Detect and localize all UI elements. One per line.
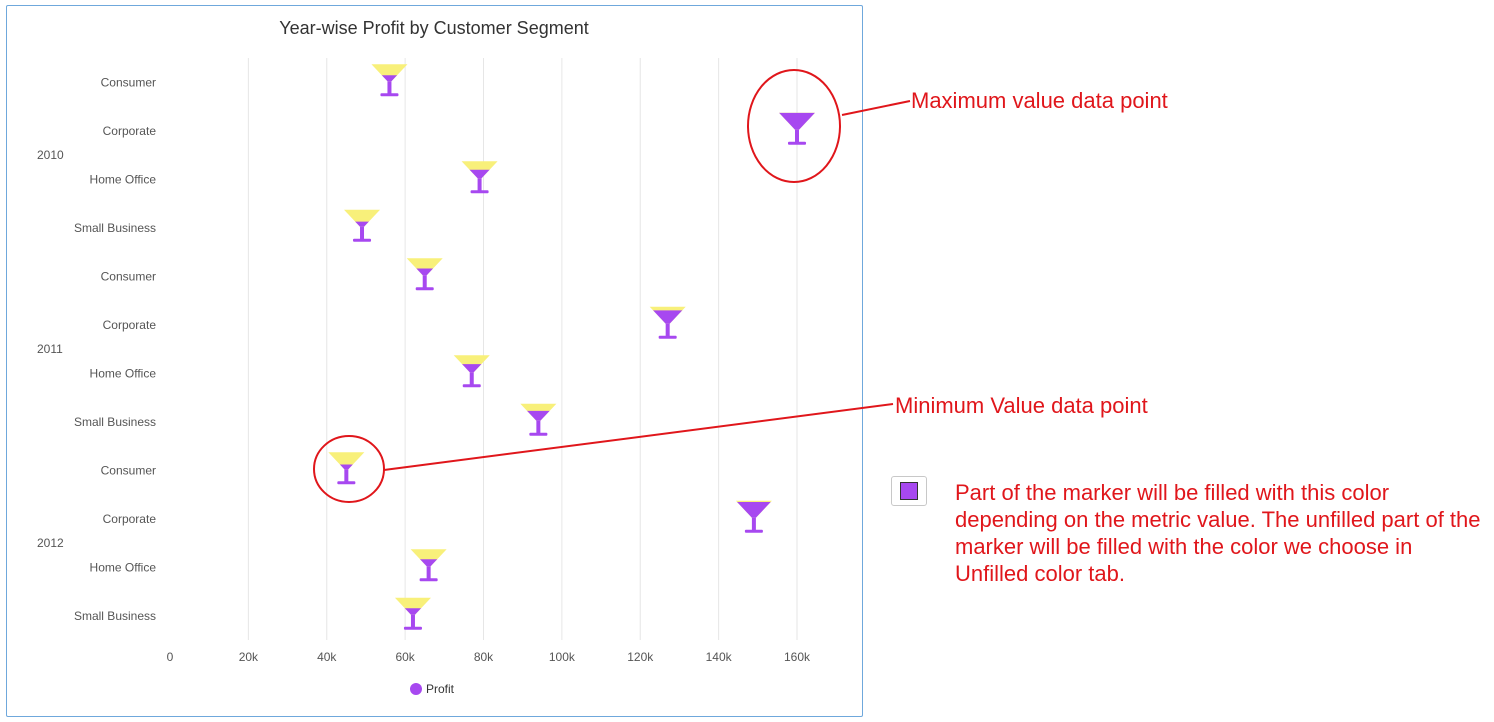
y-category-label: Corporate	[103, 512, 157, 526]
x-tick-label: 80k	[474, 650, 494, 664]
fill-color-note: Part of the marker will be filled with t…	[955, 480, 1481, 586]
legend-marker	[410, 683, 422, 695]
y-category-label: Consumer	[101, 463, 156, 477]
y-category-label: Home Office	[90, 172, 157, 186]
y-category-label: Small Business	[74, 415, 156, 429]
x-tick-label: 40k	[317, 650, 337, 664]
data-point-marker[interactable]	[328, 452, 365, 485]
x-tick-label: 20k	[239, 650, 259, 664]
chart-title: Year-wise Profit by Customer Segment	[279, 18, 588, 38]
y-group-label: 2012	[37, 536, 64, 550]
y-group-label: 2010	[37, 148, 64, 162]
data-point-marker[interactable]	[461, 161, 498, 194]
data-point-marker[interactable]	[406, 258, 443, 291]
data-point-marker[interactable]	[371, 64, 408, 97]
data-point-marker[interactable]	[344, 209, 381, 242]
data-point-marker[interactable]	[453, 355, 490, 388]
x-tick-label: 140k	[706, 650, 733, 664]
data-point-marker[interactable]	[520, 403, 557, 436]
data-point-marker[interactable]	[779, 112, 815, 145]
y-category-label: Home Office	[90, 560, 157, 574]
data-point-marker[interactable]	[394, 597, 431, 630]
x-tick-label: 0	[167, 650, 174, 664]
filled-color-swatch-fill	[900, 482, 918, 500]
data-point-marker[interactable]	[735, 500, 772, 533]
x-tick-label: 160k	[784, 650, 811, 664]
max-annotation-label: Maximum value data point	[911, 88, 1168, 113]
data-point-marker[interactable]	[410, 549, 447, 582]
data-point-marker[interactable]	[649, 306, 686, 339]
y-category-label: Consumer	[101, 75, 156, 89]
x-tick-label: 60k	[395, 650, 415, 664]
profit-chart: Year-wise Profit by Customer Segment 0 20k…	[37, 18, 815, 696]
x-tick-label: 100k	[549, 650, 576, 664]
legend-label: Profit	[426, 682, 455, 696]
y-group-label: 2011	[37, 342, 63, 356]
filled-color-swatch[interactable]	[891, 476, 927, 506]
min-annotation-label: Minimum Value data point	[895, 393, 1148, 418]
y-category-label: Corporate	[103, 124, 157, 138]
y-category-label: Consumer	[101, 269, 156, 283]
x-tick-label: 120k	[627, 650, 654, 664]
y-category-label: Home Office	[90, 366, 157, 380]
y-category-label: Small Business	[74, 609, 156, 623]
y-category-label: Small Business	[74, 221, 156, 235]
y-category-label: Corporate	[103, 318, 157, 332]
chart-panel: Year-wise Profit by Customer Segment 0 20k…	[6, 5, 863, 717]
